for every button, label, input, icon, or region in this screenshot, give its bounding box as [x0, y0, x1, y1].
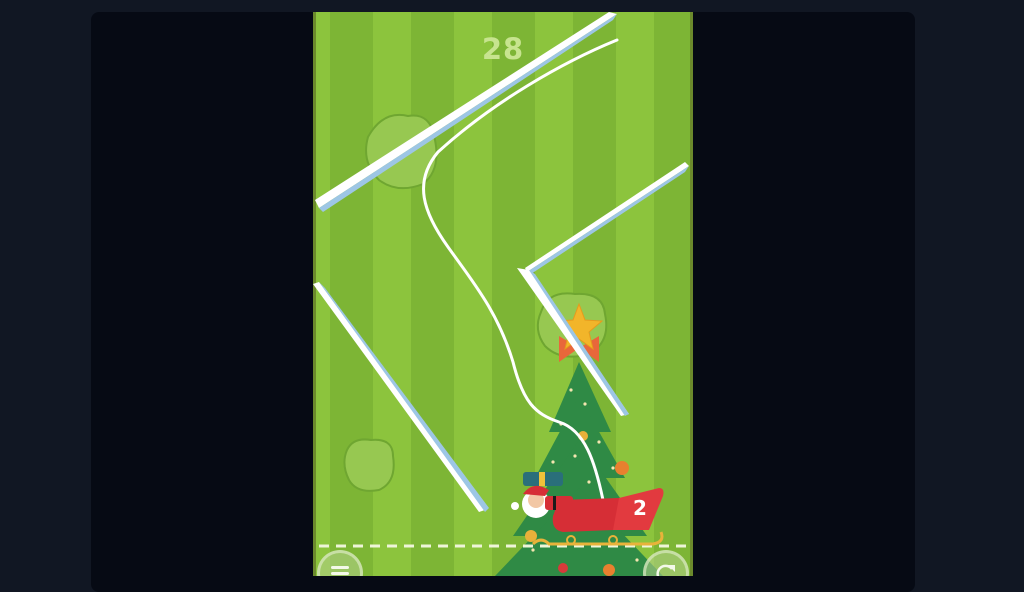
game-scene[interactable]	[313, 12, 693, 576]
right-border	[690, 12, 693, 576]
score-counter: 28	[481, 32, 525, 66]
sleigh-number: 2	[633, 496, 647, 520]
bush	[343, 438, 395, 492]
santa-body	[545, 496, 573, 510]
menu-icon	[331, 566, 349, 575]
game-canvas[interactable]: 28 2	[313, 12, 693, 576]
left-border	[313, 12, 316, 576]
restart-icon	[656, 564, 675, 576]
